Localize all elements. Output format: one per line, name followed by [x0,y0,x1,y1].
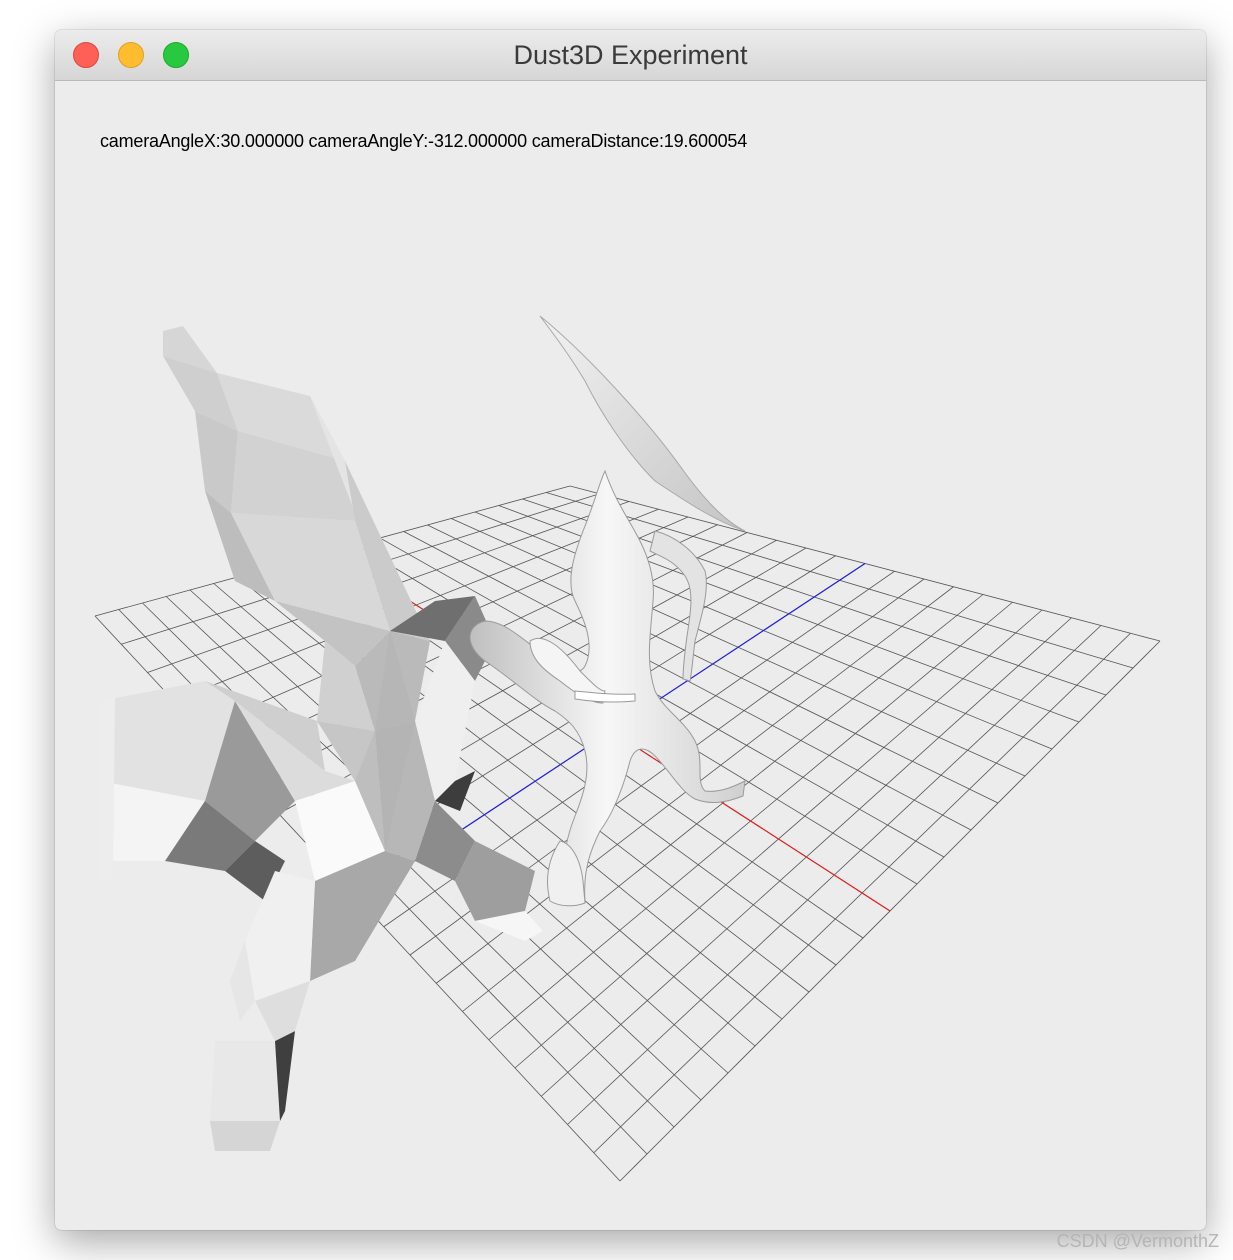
smooth-model [469,315,746,907]
low-poly-model [100,326,543,1151]
window-title: Dust3D Experiment [513,40,748,70]
gl-viewport-area[interactable]: cameraAngleX:30.000000 cameraAngleY:-312… [55,81,1206,1230]
3d-viewport[interactable] [55,81,1206,1230]
app-window: Dust3D Experiment cameraAngleX:30.000000… [55,30,1206,1230]
title-bar[interactable]: Dust3D Experiment [55,30,1206,81]
watermark-text: CSDN @VermonthZ [1056,1231,1219,1251]
camera-info-text: cameraAngleX:30.000000 cameraAngleY:-312… [100,131,748,151]
